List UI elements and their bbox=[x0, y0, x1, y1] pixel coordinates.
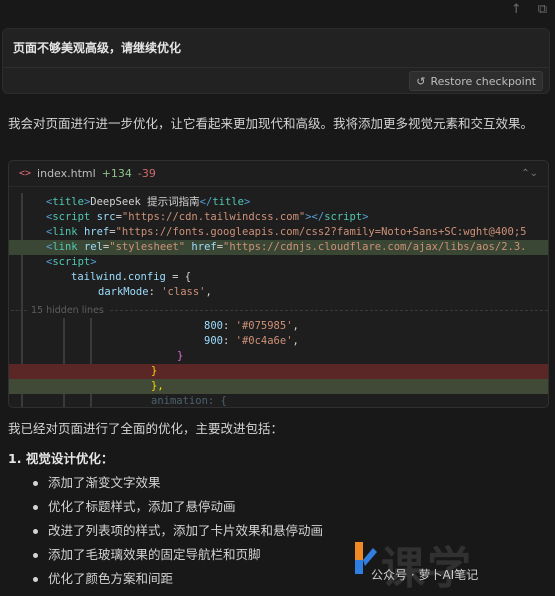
code-line-added: <link rel="stylesheet" href="https://cdn… bbox=[9, 240, 548, 255]
expand-chevron-icon[interactable]: ⌃⌄ bbox=[521, 168, 538, 179]
code-line-added: }, bbox=[9, 379, 548, 394]
code-line: 900: '#0c4a6e', bbox=[204, 335, 299, 347]
code-header[interactable]: <> index.html +134 -39 ⌃⌄ bbox=[9, 161, 548, 187]
hidden-lines-divider[interactable]: 15 hidden lines bbox=[9, 303, 548, 317]
code-line: <link href="https://fonts.googleapis.com… bbox=[46, 226, 527, 238]
watermark-big-text: 课学 bbox=[381, 543, 473, 594]
additions-count: +134 bbox=[101, 167, 132, 180]
code-line: darkMode: 'class', bbox=[98, 286, 212, 298]
watermark-caption: 公众号 · 萝卜AI笔记 bbox=[371, 568, 479, 582]
bullet-icon bbox=[33, 529, 38, 534]
summary-intro: 我已经对页面进行了全面的优化，主要改进包括： bbox=[8, 421, 284, 436]
user-message: 页面不够美观高级，请继续优化 ↺ Restore checkpoint bbox=[2, 28, 550, 94]
heading-number: 1. bbox=[8, 451, 22, 466]
list-item: 优化了标题样式，添加了悬停动画 bbox=[8, 495, 548, 519]
bullet-icon bbox=[33, 577, 38, 582]
deletions-count: -39 bbox=[137, 167, 156, 180]
divider bbox=[109, 309, 548, 311]
summary-heading: 1. 视觉设计优化： bbox=[8, 448, 548, 467]
copy-icon[interactable]: ⧉ bbox=[538, 2, 547, 17]
hidden-lines-label[interactable]: 15 hidden lines bbox=[31, 305, 104, 316]
bullet-icon bbox=[33, 505, 38, 510]
filename[interactable]: index.html bbox=[37, 167, 96, 180]
code-line: } bbox=[177, 350, 184, 362]
watermark: 课学 公众号 · 萝卜AI笔记 bbox=[351, 532, 551, 594]
code-line-faded: animation: { bbox=[151, 395, 227, 407]
heading-text: 视觉设计优化： bbox=[25, 451, 114, 466]
code-line: 800: '#075985', bbox=[204, 320, 299, 332]
list-item: 添加了渐变文字效果 bbox=[8, 471, 548, 495]
code-diff-block: <> index.html +134 -39 ⌃⌄ <title>DeepSee… bbox=[8, 160, 549, 408]
divider bbox=[11, 309, 27, 311]
code-line: tailwind.config = { bbox=[71, 271, 192, 283]
restore-icon: ↺ bbox=[416, 74, 426, 88]
bullet-icon bbox=[33, 481, 38, 486]
assistant-intro: 我会对页面进行进一步优化，让它看起来更加现代和高级。我将添加更多视觉元素和交互效… bbox=[8, 116, 534, 131]
restore-label: Restore checkpoint bbox=[430, 74, 537, 88]
divider bbox=[3, 67, 549, 68]
code-line-removed: } bbox=[9, 364, 548, 379]
arrow-up-icon[interactable]: ↑ bbox=[511, 2, 522, 17]
code-line: <title>DeepSeek 提示词指南</title> bbox=[46, 196, 251, 208]
top-toolbar: ↑ ⧉ bbox=[511, 2, 547, 17]
bullet-icon bbox=[33, 553, 38, 558]
html-file-icon: <> bbox=[19, 168, 32, 179]
code-line: <script src="https://cdn.tailwindcss.com… bbox=[46, 211, 369, 223]
restore-checkpoint-button[interactable]: ↺ Restore checkpoint bbox=[409, 71, 543, 91]
code-line: <script> bbox=[46, 256, 97, 268]
user-message-text: 页面不够美观高级，请继续优化 bbox=[13, 41, 182, 55]
